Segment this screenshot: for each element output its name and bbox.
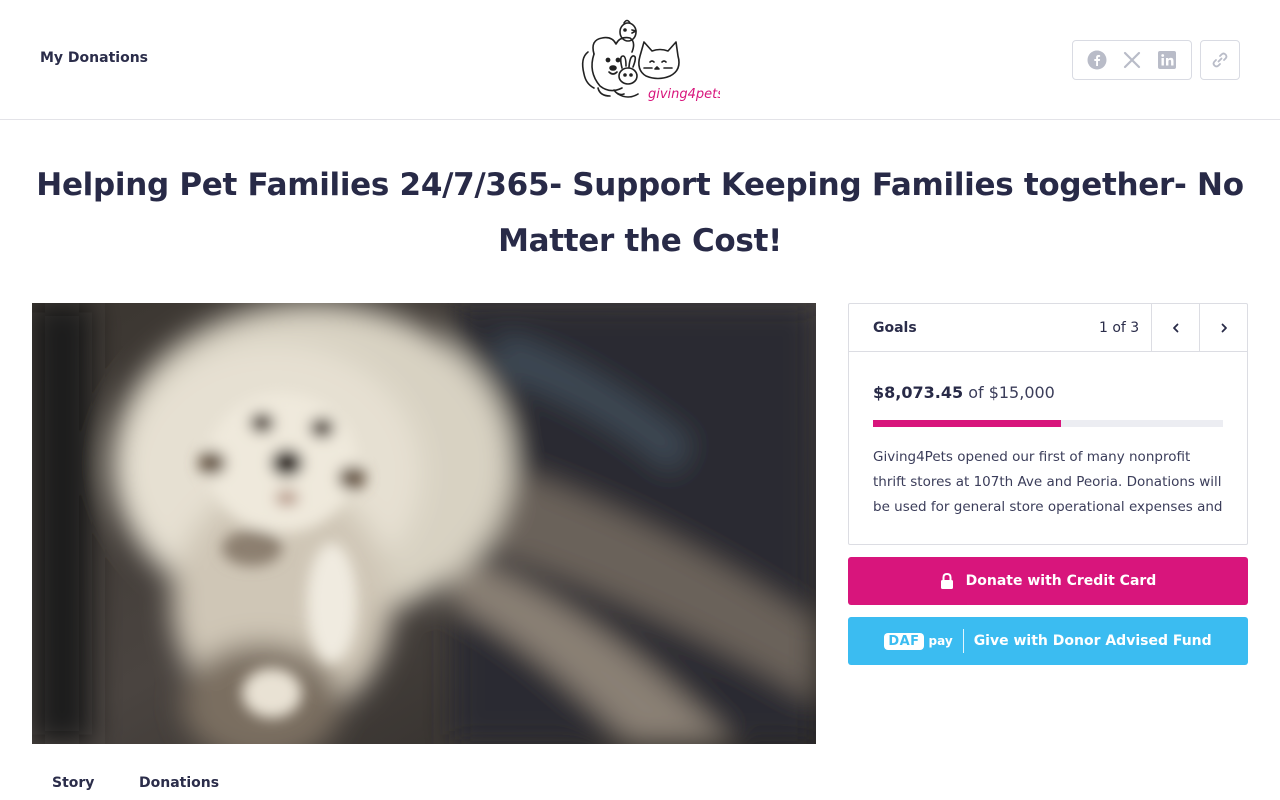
previous-goal-button[interactable] — [1151, 304, 1199, 351]
goal-raised-summary: $8,073.45 of $15,000 — [873, 383, 1055, 402]
lock-icon — [940, 572, 954, 590]
tab-story[interactable]: Story — [52, 775, 94, 791]
x-icon — [1123, 51, 1141, 69]
campaign-image — [32, 303, 816, 744]
daf-badge: DAF — [884, 632, 924, 650]
site-header: My Donations giving4pets — [0, 0, 1280, 120]
goal-progress-bar — [873, 420, 1223, 427]
daf-pay-text: pay — [928, 634, 953, 648]
goal-progress-fill — [873, 420, 1062, 427]
linkedin-icon — [1158, 51, 1177, 69]
goals-header: Goals 1 of 3 — [849, 304, 1247, 352]
linkedin-share-button[interactable] — [1153, 46, 1181, 74]
my-donations-link[interactable]: My Donations — [40, 50, 148, 66]
donate-credit-card-button[interactable]: Donate with Credit Card — [848, 557, 1248, 605]
giving4pets-logo[interactable]: giving4pets — [578, 10, 724, 106]
link-icon — [1212, 52, 1228, 68]
copy-link-button[interactable] — [1200, 40, 1240, 80]
campaign-title: Helping Pet Families 24/7/365- Support K… — [36, 167, 1244, 259]
tab-donations[interactable]: Donations — [139, 775, 219, 791]
facebook-share-button[interactable] — [1083, 46, 1111, 74]
next-goal-button[interactable] — [1199, 304, 1247, 351]
chevron-right-icon — [1221, 323, 1227, 332]
daf-divider — [962, 629, 964, 653]
goals-count: 1 of 3 — [1099, 320, 1140, 336]
logo-wordmark: giving4pets — [648, 87, 720, 102]
share-buttons — [1072, 40, 1192, 80]
raised-amount: $8,073.45 — [873, 383, 964, 402]
goals-card: Goals 1 of 3 $8,073.45 of $15,000 Giving… — [848, 303, 1248, 545]
goal-target: of $15,000 — [968, 383, 1055, 402]
goals-label: Goals — [873, 320, 917, 336]
chevron-left-icon — [1172, 323, 1178, 332]
facebook-icon — [1087, 50, 1107, 70]
donor-advised-fund-button[interactable]: DAF pay Give with Donor Advised Fund — [848, 617, 1248, 665]
x-share-button[interactable] — [1118, 46, 1146, 74]
donor-advised-fund-label: Give with Donor Advised Fund — [973, 633, 1212, 649]
goal-description: Giving4Pets opened our first of many non… — [873, 449, 1223, 515]
donate-credit-card-label: Donate with Credit Card — [965, 573, 1157, 589]
